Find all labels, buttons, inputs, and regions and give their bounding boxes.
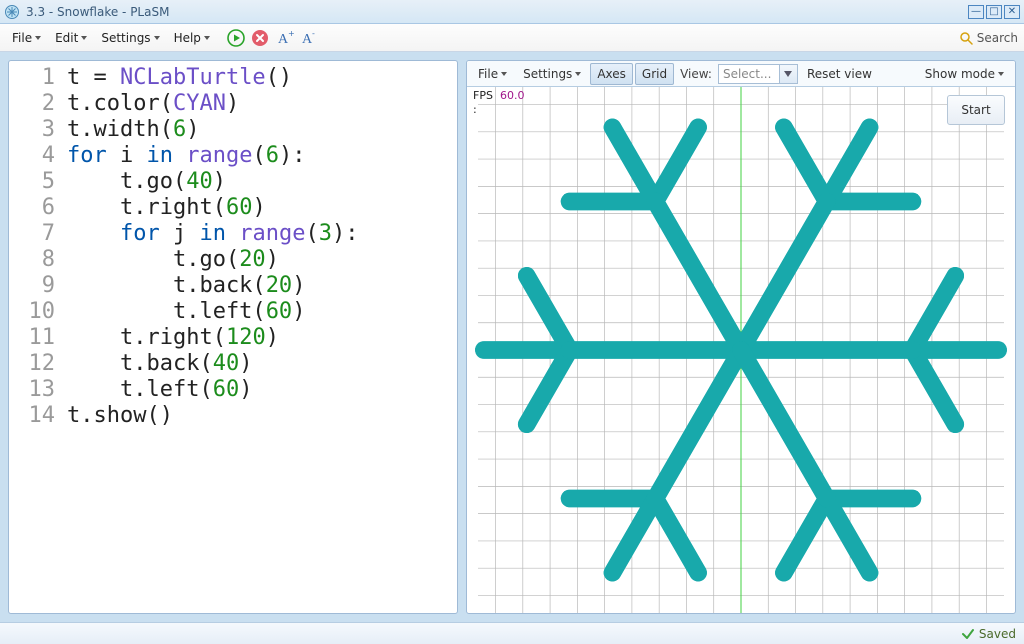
caret-down-icon: [154, 36, 160, 40]
status-bar: Saved: [0, 622, 1024, 644]
menu-help[interactable]: Help: [168, 27, 216, 49]
code-line[interactable]: t.show(): [67, 403, 358, 429]
viewer-file-label: File: [478, 67, 498, 81]
stop-button[interactable]: [249, 27, 271, 49]
start-button[interactable]: Start: [947, 95, 1005, 125]
code-line[interactable]: t.back(20): [67, 273, 358, 299]
code-line[interactable]: t.go(20): [67, 247, 358, 273]
caret-down-icon: [998, 72, 1004, 76]
code-editor-pane: 1234567891011121314 t = NCLabTurtle()t.c…: [8, 60, 458, 614]
window-maximize-button[interactable]: □: [986, 5, 1002, 19]
menu-settings-label: Settings: [101, 31, 150, 45]
check-icon: [961, 627, 975, 641]
menu-file-label: File: [12, 31, 32, 45]
viewer-menu-file[interactable]: File: [471, 63, 514, 85]
code-line[interactable]: t = NCLabTurtle(): [67, 65, 358, 91]
code-line[interactable]: t.right(120): [67, 325, 358, 351]
view-label: View:: [676, 67, 716, 81]
menu-edit-label: Edit: [55, 31, 78, 45]
reset-view-button[interactable]: Reset view: [800, 63, 879, 85]
caret-down-icon: [575, 72, 581, 76]
menu-edit[interactable]: Edit: [49, 27, 93, 49]
caret-down-icon: [501, 72, 507, 76]
caret-down-icon: [204, 36, 210, 40]
window-titlebar: 3.3 - Snowflake - PLaSM — □ ✕: [0, 0, 1024, 24]
viewport-canvas: [467, 87, 1015, 613]
fps-label: FPS: [473, 89, 493, 102]
toggle-axes-button[interactable]: Axes: [590, 63, 633, 85]
search-button[interactable]: Search: [959, 31, 1018, 45]
caret-down-icon: [35, 36, 41, 40]
main-split: 1234567891011121314 t = NCLabTurtle()t.c…: [0, 52, 1024, 622]
viewer-toolbar: File Settings Axes Grid View: Select... …: [467, 61, 1015, 87]
code-content[interactable]: t = NCLabTurtle()t.color(CYAN)t.width(6)…: [61, 65, 358, 429]
svg-text:+: +: [288, 29, 294, 38]
menu-settings[interactable]: Settings: [95, 27, 165, 49]
code-line[interactable]: t.left(60): [67, 299, 358, 325]
code-line[interactable]: t.left(60): [67, 377, 358, 403]
chevron-down-icon: [779, 65, 797, 83]
view-select-value: Select...: [723, 67, 771, 81]
code-line[interactable]: t.width(6): [67, 117, 358, 143]
fps-value: 60.0: [500, 89, 525, 102]
font-decrease-button[interactable]: A -: [297, 27, 319, 49]
code-line[interactable]: t.color(CYAN): [67, 91, 358, 117]
code-line[interactable]: for i in range(6):: [67, 143, 358, 169]
viewer-settings-label: Settings: [523, 67, 572, 81]
code-line[interactable]: t.back(40): [67, 351, 358, 377]
toggle-axes-label: Axes: [597, 67, 626, 81]
show-mode-menu[interactable]: Show mode: [918, 63, 1011, 85]
line-number-gutter: 1234567891011121314: [9, 65, 61, 429]
viewer-menu-settings[interactable]: Settings: [516, 63, 588, 85]
svg-text:-: -: [312, 29, 315, 38]
code-line[interactable]: t.right(60): [67, 195, 358, 221]
toggle-grid-button[interactable]: Grid: [635, 63, 674, 85]
fps-indicator: FPS 60.0 :: [473, 89, 524, 117]
window-close-button[interactable]: ✕: [1004, 5, 1020, 19]
viewer-pane: File Settings Axes Grid View: Select... …: [466, 60, 1016, 614]
font-increase-button[interactable]: A +: [273, 27, 295, 49]
run-button[interactable]: [225, 27, 247, 49]
window-title: 3.3 - Snowflake - PLaSM: [26, 5, 966, 19]
menu-help-label: Help: [174, 31, 201, 45]
toggle-grid-label: Grid: [642, 67, 667, 81]
status-text: Saved: [979, 627, 1016, 641]
viewport-3d[interactable]: FPS 60.0 : Start: [467, 87, 1015, 613]
menu-file[interactable]: File: [6, 27, 47, 49]
search-label: Search: [977, 31, 1018, 45]
main-menubar: File Edit Settings Help A + A -: [0, 24, 1024, 52]
code-line[interactable]: for j in range(3):: [67, 221, 358, 247]
fps-sep: :: [473, 103, 477, 116]
code-editor[interactable]: 1234567891011121314 t = NCLabTurtle()t.c…: [9, 61, 457, 433]
start-button-label: Start: [961, 103, 990, 117]
window-minimize-button[interactable]: —: [968, 5, 984, 19]
app-icon: [4, 4, 20, 20]
view-select[interactable]: Select...: [718, 64, 798, 84]
code-line[interactable]: t.go(40): [67, 169, 358, 195]
search-icon: [959, 31, 973, 45]
reset-view-label: Reset view: [807, 67, 872, 81]
caret-down-icon: [81, 36, 87, 40]
show-mode-label: Show mode: [925, 67, 995, 81]
